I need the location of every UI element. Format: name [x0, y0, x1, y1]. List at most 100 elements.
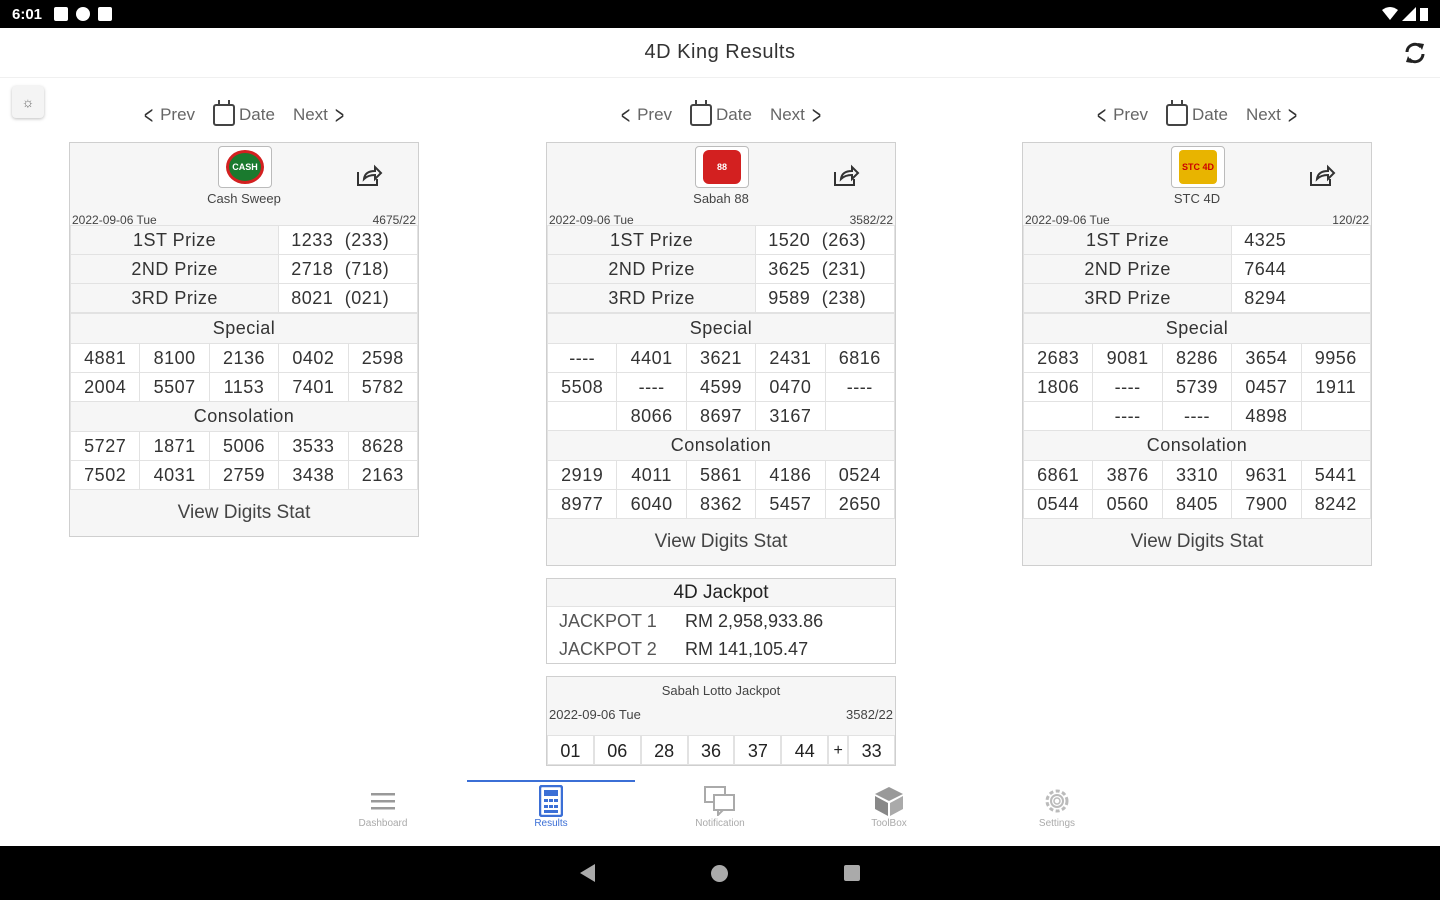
view-digits-stat-button[interactable]: View Digits Stat: [70, 490, 418, 536]
table-row: Consolation: [70, 401, 418, 432]
number-cell: 9081: [1092, 343, 1163, 373]
tab-settings[interactable]: Settings: [1007, 784, 1107, 829]
draw-info: 2022-09-06 Tue 3582/22: [549, 213, 893, 227]
next-button[interactable]: Next >: [293, 102, 347, 128]
sabah-88-logo-icon: 88: [703, 150, 741, 184]
prize-value: 7644: [1231, 254, 1371, 284]
number-cell: 7401: [278, 372, 349, 402]
result-card: CASH Cash Sweep 2022-09-06 Tue 4675/22 1…: [69, 142, 419, 537]
lotto-draw-info: 2022-09-06 Tue 3582/22: [547, 705, 895, 725]
sun-icon: ☼: [21, 94, 35, 110]
tab-dashboard[interactable]: Dashboard: [333, 784, 433, 829]
number-cell: 8697: [685, 401, 757, 431]
number-cell: ----: [1092, 372, 1163, 402]
date-button[interactable]: Date: [213, 100, 275, 126]
lotto-title: Sabah Lotto Jackpot: [661, 683, 781, 698]
lotto-number: 36: [687, 735, 735, 765]
tab-notification[interactable]: Notification: [670, 784, 770, 829]
tab-label: Settings: [1038, 818, 1076, 829]
view-digits-stat-button[interactable]: View Digits Stat: [547, 519, 895, 565]
tab-label: Dashboard: [358, 818, 408, 829]
date-button[interactable]: Date: [690, 100, 752, 126]
logo-text: STC 4D: [1181, 162, 1214, 172]
table-row: 5508 ---- 4599 0470 ----: [546, 372, 896, 402]
draw-number: 120/22: [1332, 213, 1369, 227]
number-cell: 3621: [685, 343, 757, 373]
jackpot-label: JACKPOT 2: [559, 638, 657, 659]
number-cell: 3876: [1092, 460, 1163, 490]
number-cell: 4881: [69, 343, 141, 373]
bottom-navigation: Dashboard Results Notification ToolBox S…: [0, 780, 1440, 835]
lotto-draw-number: 3582/22: [846, 707, 893, 722]
result-card: 88 Sabah 88 2022-09-06 Tue 3582/22 1ST P…: [546, 142, 896, 566]
prize-table: 1ST Prize 1520 (263) 2ND Prize 3625 (231) …: [546, 225, 895, 313]
number-cell: 5727: [69, 431, 141, 461]
back-icon[interactable]: [580, 864, 595, 882]
prev-button[interactable]: < Prev: [618, 102, 672, 128]
tab-label: ToolBox: [871, 818, 907, 829]
table-row: 1ST Prize 1233 (233): [69, 225, 418, 255]
prize-label: 3RD Prize: [1022, 283, 1233, 313]
number-cell: 6040: [616, 489, 687, 519]
consolation-heading: Consolation: [1023, 430, 1371, 461]
number-cell: [1300, 401, 1372, 431]
next-label: Next: [1245, 105, 1281, 124]
table-row: 2919 4011 5861 4186 0524: [546, 460, 896, 490]
date-button[interactable]: Date: [1166, 100, 1228, 126]
tab-toolbox[interactable]: ToolBox: [839, 784, 939, 829]
number-cell: 8242: [1300, 489, 1372, 519]
table-row: Consolation: [547, 430, 895, 461]
app-title: 4D King Results: [644, 41, 796, 63]
consolation-heading: Consolation: [70, 401, 418, 432]
prize-value: 9589 (238): [755, 283, 895, 313]
jackpot-label: JACKPOT 1: [559, 610, 657, 631]
share-button[interactable]: [1307, 163, 1337, 189]
result-column-cash-sweep: < Prev Date Next > CASH Cash Sweep 2022-09…: [69, 96, 419, 537]
number-cell: 7502: [69, 460, 141, 490]
recent-apps-icon[interactable]: [844, 865, 860, 881]
draw-number: 3582/22: [849, 213, 893, 227]
logo-text: CASH: [232, 162, 258, 172]
prize-label: 2ND Prize: [69, 254, 280, 284]
next-label: Next: [769, 105, 805, 124]
jackpot-amount: RM 2,958,933.86: [685, 610, 824, 631]
result-card: STC 4D STC 4D 2022-09-06 Tue 120/22 1ST …: [1022, 142, 1372, 566]
notification-icon: [54, 7, 69, 21]
result-column-sabah-88: < Prev Date Next > 88 Sabah 88 2022-09-06 …: [546, 96, 896, 766]
prev-button[interactable]: < Prev: [141, 102, 195, 128]
prev-button[interactable]: < Prev: [1094, 102, 1148, 128]
prize-label: 3RD Prize: [546, 283, 757, 313]
next-button[interactable]: Next >: [1246, 102, 1300, 128]
number-cell: 8100: [139, 343, 210, 373]
number-cell: 2683: [1022, 343, 1094, 373]
view-digits-stat-button[interactable]: View Digits Stat: [1023, 519, 1371, 565]
status-time: 6:01: [12, 5, 43, 23]
share-icon: [1310, 164, 1336, 186]
tab-label: Results: [534, 818, 568, 829]
number-cell: 4031: [139, 460, 210, 490]
number-cell: 0544: [1022, 489, 1094, 519]
tab-results[interactable]: Results: [501, 784, 601, 829]
table-row: ---- 4401 3621 2431 6816: [546, 343, 896, 373]
next-button[interactable]: Next >: [770, 102, 824, 128]
prize-value: 4325: [1231, 225, 1371, 255]
theme-toggle-button[interactable]: ☼: [12, 86, 44, 118]
cash-sweep-logo-icon: CASH: [226, 150, 264, 184]
chevron-left-icon: <: [143, 100, 154, 130]
number-cell: 5782: [347, 372, 419, 402]
number-grid: Special ---- 4401 3621 2431 6816 5508 ---- 459…: [546, 313, 896, 519]
share-button[interactable]: [354, 163, 384, 189]
operator-name: STC 4D: [1173, 191, 1221, 206]
number-cell: ----: [1161, 401, 1233, 431]
share-button[interactable]: [831, 163, 861, 189]
signal-icon: [1402, 7, 1416, 21]
operator-logo: STC 4D: [1171, 146, 1225, 188]
number-cell: [1022, 401, 1094, 431]
system-navigation-bar: [0, 846, 1440, 900]
home-icon[interactable]: [711, 864, 728, 882]
refresh-button[interactable]: [1400, 38, 1430, 68]
number-cell: 2598: [347, 343, 419, 373]
prize-table: 1ST Prize 4325 2ND Prize 7644 3RD Prize 829…: [1022, 225, 1371, 313]
number-cell: ----: [546, 343, 618, 373]
table-row: 2683 9081 8286 3654 9956: [1022, 343, 1372, 373]
